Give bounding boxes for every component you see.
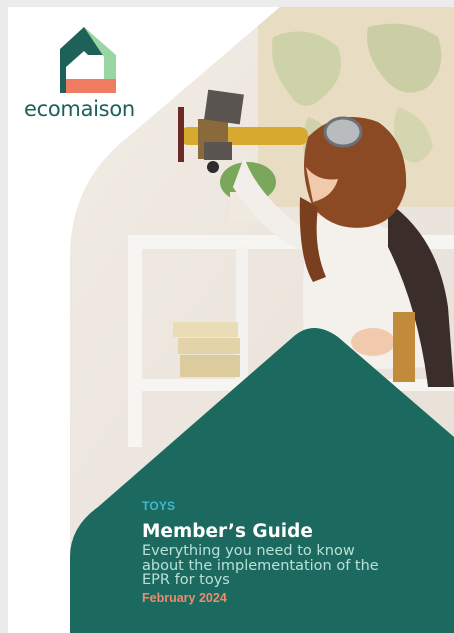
brand-name: ecomaison — [24, 97, 135, 121]
category-label: TOYS — [142, 499, 176, 513]
publication-date: February 2024 — [142, 590, 227, 605]
guide-cover-page: ecomaison TOYS Member’s Guide Everything… — [8, 7, 454, 633]
guide-title: Member’s Guide — [142, 521, 313, 542]
cover-text: TOYS Member’s Guide Everything you need … — [142, 499, 442, 605]
guide-subtitle: Everything you need to know about the im… — [142, 543, 379, 588]
